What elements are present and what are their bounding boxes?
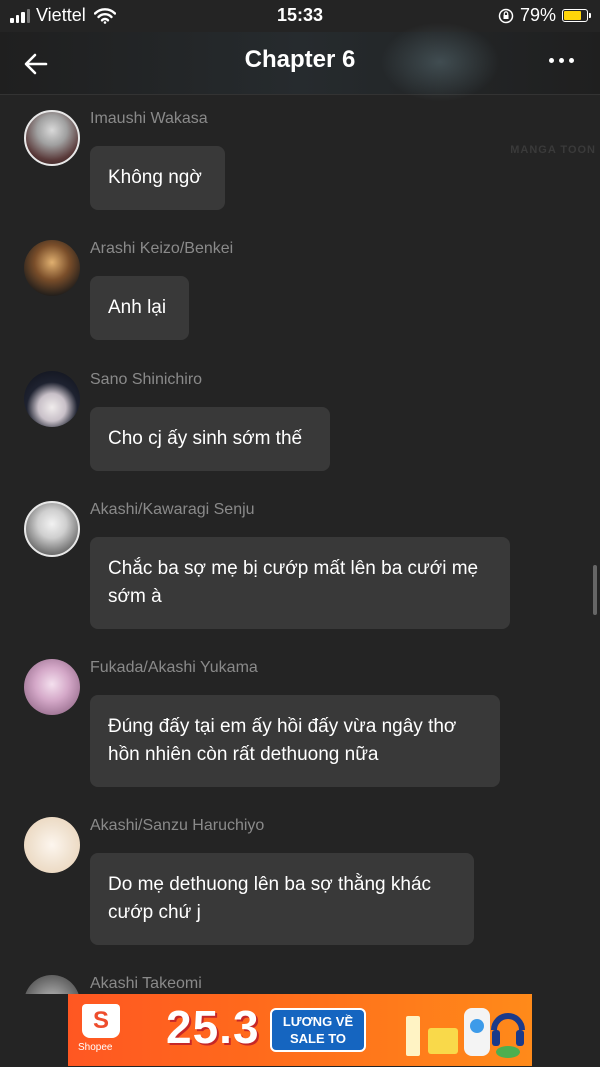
chapter-header: Chapter 6 <box>0 22 600 102</box>
status-right: 79% <box>498 5 591 26</box>
page-title: Chapter 6 <box>244 46 356 73</box>
avatar[interactable] <box>24 501 80 557</box>
shopee-bag-icon: S <box>82 1004 120 1038</box>
ad-area: S Shopee 25.3 LƯƠNG VỀ SALE TO <box>0 994 600 1067</box>
status-bar: Viettel 15:33 79% <box>0 0 600 32</box>
message-bubble: Không ngờ <box>90 146 225 210</box>
avatar[interactable] <box>24 240 80 296</box>
avatar[interactable] <box>24 659 80 715</box>
avatar[interactable] <box>24 371 80 427</box>
username[interactable]: Akashi/Kawaragi Senju <box>90 501 255 519</box>
scrollbar[interactable] <box>593 565 597 615</box>
chat-feed[interactable]: MANGA TOON Imaushi Wakasa Không ngờ Aras… <box>0 94 600 994</box>
avatar[interactable] <box>24 817 80 873</box>
message-bubble: Đúng đấy tại em ấy hồi đấy vừa ngây thơ … <box>90 695 500 787</box>
message-bubble: Chắc ba sợ mẹ bị cướp mất lên ba cưới mẹ… <box>90 537 510 629</box>
watermark: MANGA TOON <box>510 144 596 156</box>
battery-percent: 79% <box>519 5 556 25</box>
username[interactable]: Akashi/Sanzu Haruchiyo <box>90 817 264 835</box>
username[interactable]: Sano Shinichiro <box>90 371 202 389</box>
ad-headline: 25.3 <box>166 1001 260 1053</box>
avatar[interactable] <box>24 975 80 994</box>
message-bubble: Cho cj ấy sinh sớm thế <box>90 407 330 471</box>
ad-brand: Shopee <box>78 1042 113 1053</box>
orientation-lock-icon <box>498 8 514 23</box>
ad-badge-line2: SALE TO <box>289 1031 347 1046</box>
ad-banner[interactable]: S Shopee 25.3 LƯƠNG VỀ SALE TO <box>68 994 532 1066</box>
message-bubble: Anh lại <box>90 276 189 340</box>
avatar[interactable] <box>24 110 80 166</box>
message-bubble: Do mẹ dethuong lên ba sợ thằng khác cướp… <box>90 853 474 945</box>
username[interactable]: Imaushi Wakasa <box>90 110 208 128</box>
username[interactable]: Akashi Takeomi <box>90 975 202 993</box>
username[interactable]: Fukada/Akashi Yukama <box>90 659 258 677</box>
more-options-icon[interactable] <box>549 58 574 63</box>
ad-badge-line1: LƯƠNG VỀ <box>282 1014 354 1029</box>
battery-icon <box>562 9 591 22</box>
ad-badge: LƯƠNG VỀ SALE TO <box>270 1008 366 1052</box>
username[interactable]: Arashi Keizo/Benkei <box>90 240 233 258</box>
ad-products-image <box>406 1008 525 1058</box>
